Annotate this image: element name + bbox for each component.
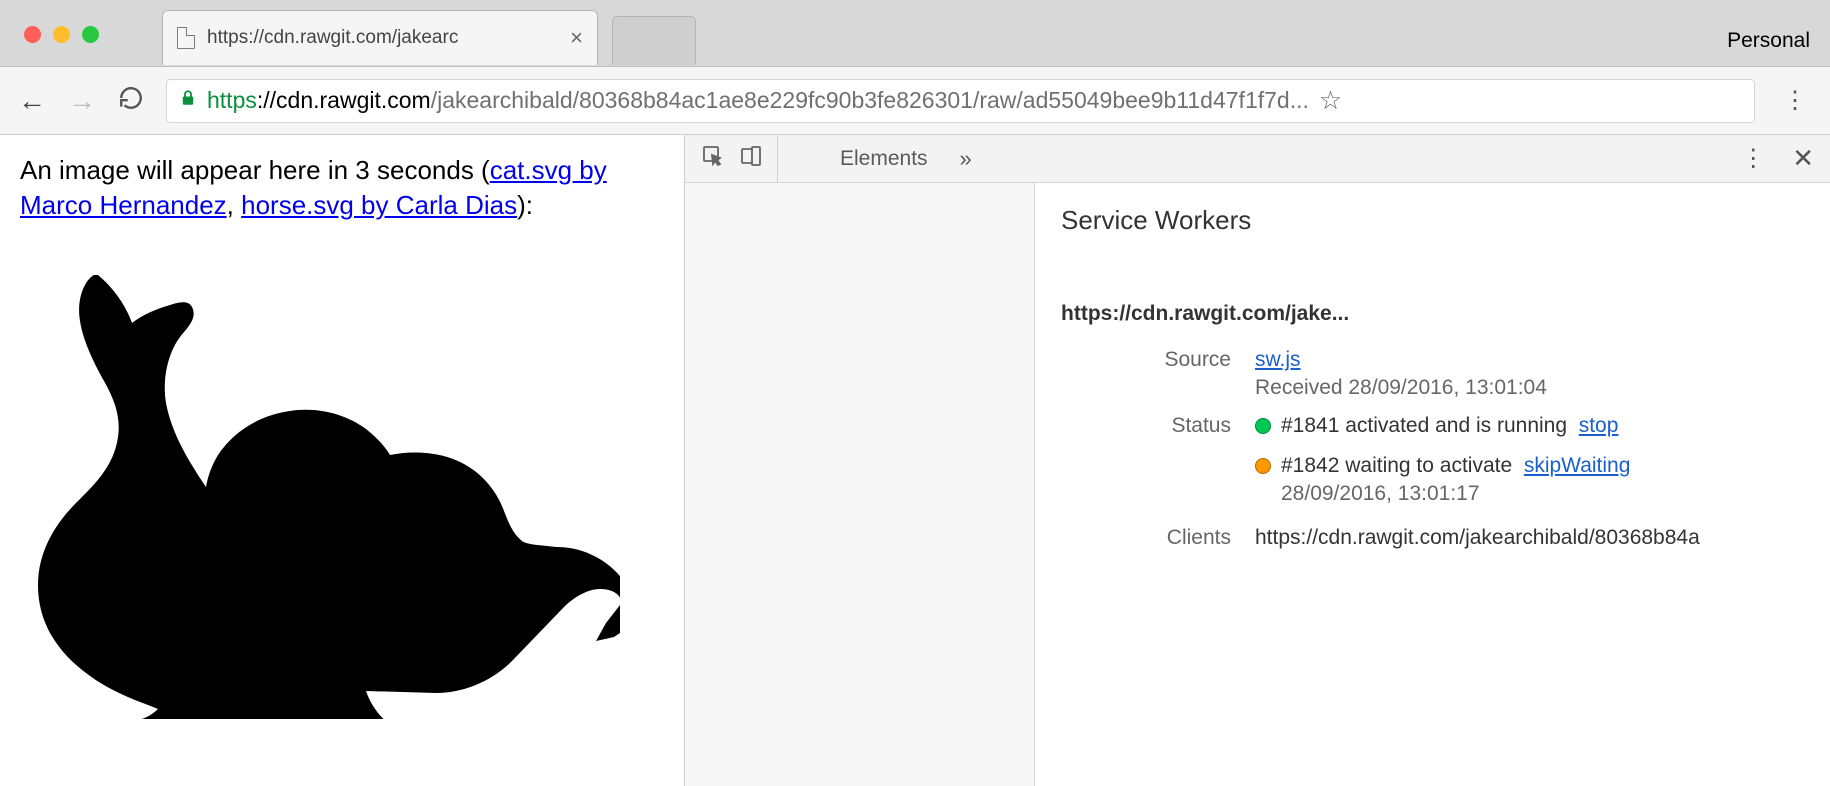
forward-button[interactable]: → xyxy=(68,85,96,117)
status-label: Status xyxy=(1061,414,1231,438)
cat-image xyxy=(20,229,620,719)
viewport: An image will appear here in 3 seconds (… xyxy=(0,135,1830,786)
source-label: Source xyxy=(1061,348,1231,372)
devtools-tab-elements[interactable]: Elements xyxy=(838,135,930,182)
close-window-button[interactable] xyxy=(24,26,41,43)
devtools-tab-strip: Elements » ⋮ ✕ xyxy=(685,135,1830,183)
devtools-menu-icon[interactable]: ⋮ xyxy=(1735,155,1770,163)
bookmark-star-icon[interactable]: ☆ xyxy=(1319,85,1342,116)
application-sidebar xyxy=(685,183,1035,786)
clients-value: https://cdn.rawgit.com/jakearchibald/803… xyxy=(1255,526,1804,550)
minimize-window-button[interactable] xyxy=(53,26,70,43)
back-button[interactable]: ← xyxy=(18,85,46,117)
page-text: An image will appear here in 3 seconds ( xyxy=(20,155,490,185)
status-2-time: 28/09/2016, 13:01:17 xyxy=(1281,482,1804,506)
tab-title: https://cdn.rawgit.com/jakearc xyxy=(207,27,558,49)
url-text: https://cdn.rawgit.com/jakearchibald/803… xyxy=(207,87,1309,114)
source-link[interactable]: sw.js xyxy=(1255,348,1301,371)
source-received: Received 28/09/2016, 13:01:04 xyxy=(1255,376,1804,400)
page-content: An image will appear here in 3 seconds (… xyxy=(0,135,684,786)
tab-close-icon[interactable]: × xyxy=(570,25,583,51)
traffic-lights xyxy=(24,26,99,43)
address-bar[interactable]: https://cdn.rawgit.com/jakearchibald/803… xyxy=(166,79,1755,123)
browser-toolbar: ← → https://cdn.rawgit.com/jakearchibald… xyxy=(0,67,1830,135)
lock-icon xyxy=(179,87,197,114)
status-dot-green-icon xyxy=(1255,418,1271,434)
window-title-bar: https://cdn.rawgit.com/jakearc × Persona… xyxy=(0,0,1830,67)
sw-origin: https://cdn.rawgit.com/jake... xyxy=(1061,302,1349,326)
clients-label: Clients xyxy=(1061,526,1231,550)
stop-link[interactable]: stop xyxy=(1579,414,1619,437)
sw-toolbar xyxy=(1061,254,1804,272)
profile-label[interactable]: Personal xyxy=(1727,29,1810,53)
reload-button[interactable] xyxy=(118,85,144,116)
devtools-panel: Elements » ⋮ ✕ Service Workers https://c… xyxy=(684,135,1830,786)
panel-title: Service Workers xyxy=(1061,205,1804,236)
maximize-window-button[interactable] xyxy=(82,26,99,43)
devtools-overflow-icon[interactable]: » xyxy=(960,146,972,172)
device-toolbar-icon[interactable] xyxy=(739,144,763,174)
link-horse-svg[interactable]: horse.svg by Carla Dias xyxy=(241,190,517,220)
browser-tab[interactable]: https://cdn.rawgit.com/jakearc × xyxy=(162,10,598,65)
new-tab-button[interactable] xyxy=(612,16,696,65)
service-workers-panel: Service Workers https://cdn.rawgit.com/j… xyxy=(1035,183,1830,786)
skipwaiting-link[interactable]: skipWaiting xyxy=(1524,454,1631,477)
browser-menu-icon[interactable]: ⋮ xyxy=(1777,97,1812,105)
tab-favicon xyxy=(177,27,195,49)
status-row-1: #1841 activated and is running stop xyxy=(1255,414,1804,438)
devtools-close-icon[interactable]: ✕ xyxy=(1792,143,1814,174)
inspect-element-icon[interactable] xyxy=(701,144,725,174)
status-dot-orange-icon xyxy=(1255,458,1271,474)
status-row-2: #1842 waiting to activate skipWaiting xyxy=(1255,454,1804,478)
